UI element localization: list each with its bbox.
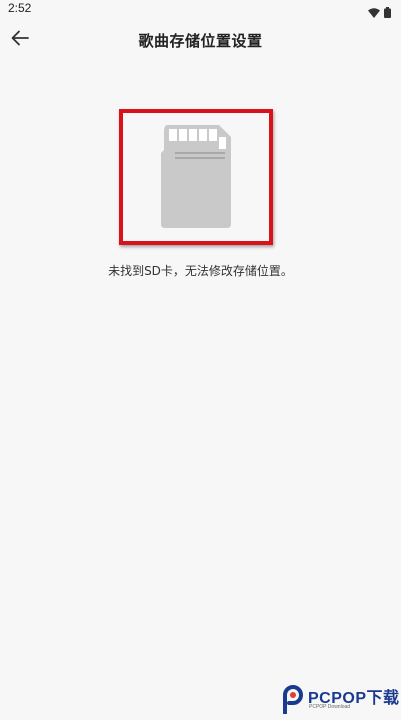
no-sd-card-message: 未找到SD卡，无法修改存储位置。 — [108, 264, 293, 278]
sd-card-highlight — [119, 109, 273, 245]
sd-card-icon — [161, 125, 231, 232]
status-bar: 2:52 — [0, 0, 401, 18]
page-title: 歌曲存储位置设置 — [138, 32, 263, 50]
app-bar: 歌曲存储位置设置 — [0, 18, 401, 62]
status-time: 2:52 — [8, 1, 32, 15]
watermark: PCPOP下载 PCPOP Download — [273, 676, 401, 720]
watermark-sub: PCPOP Download — [309, 704, 351, 710]
pcpop-logo-icon — [279, 684, 305, 718]
